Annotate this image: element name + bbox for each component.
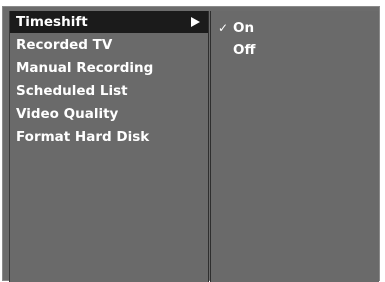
arrow-right-icon [191,17,200,27]
main-menu-panel: Timeshift Recorded TV Manual Recording S… [9,11,209,282]
option-label: Off [233,42,256,58]
menu-item-timeshift[interactable]: Timeshift [10,11,208,33]
menu-item-scheduled-list[interactable]: Scheduled List [10,80,208,102]
option-label: On [233,20,255,36]
menu-item-video-quality[interactable]: Video Quality [10,103,208,125]
menu-item-label: Format Hard Disk [16,129,150,145]
menu-item-label: Video Quality [16,106,119,122]
menu-item-label: Scheduled List [16,83,128,99]
tv-menu-screen: Timeshift Recorded TV Manual Recording S… [0,0,385,282]
menu-item-label: Manual Recording [16,60,154,76]
menu-item-manual-recording[interactable]: Manual Recording [10,57,208,79]
option-on[interactable]: ✓ On [211,17,379,39]
timeshift-options-list: ✓ On Off [211,17,379,61]
menu-item-label: Timeshift [16,14,88,30]
submenu-panel: ✓ On Off [210,11,379,282]
menu-item-label: Recorded TV [16,37,113,53]
checkmark-icon: ✓ [218,21,229,35]
option-off[interactable]: Off [211,39,379,61]
menu-item-recorded-tv[interactable]: Recorded TV [10,34,208,56]
menu-frame: Timeshift Recorded TV Manual Recording S… [2,6,380,282]
main-menu-list: Timeshift Recorded TV Manual Recording S… [10,11,208,148]
menu-item-format-hard-disk[interactable]: Format Hard Disk [10,126,208,148]
